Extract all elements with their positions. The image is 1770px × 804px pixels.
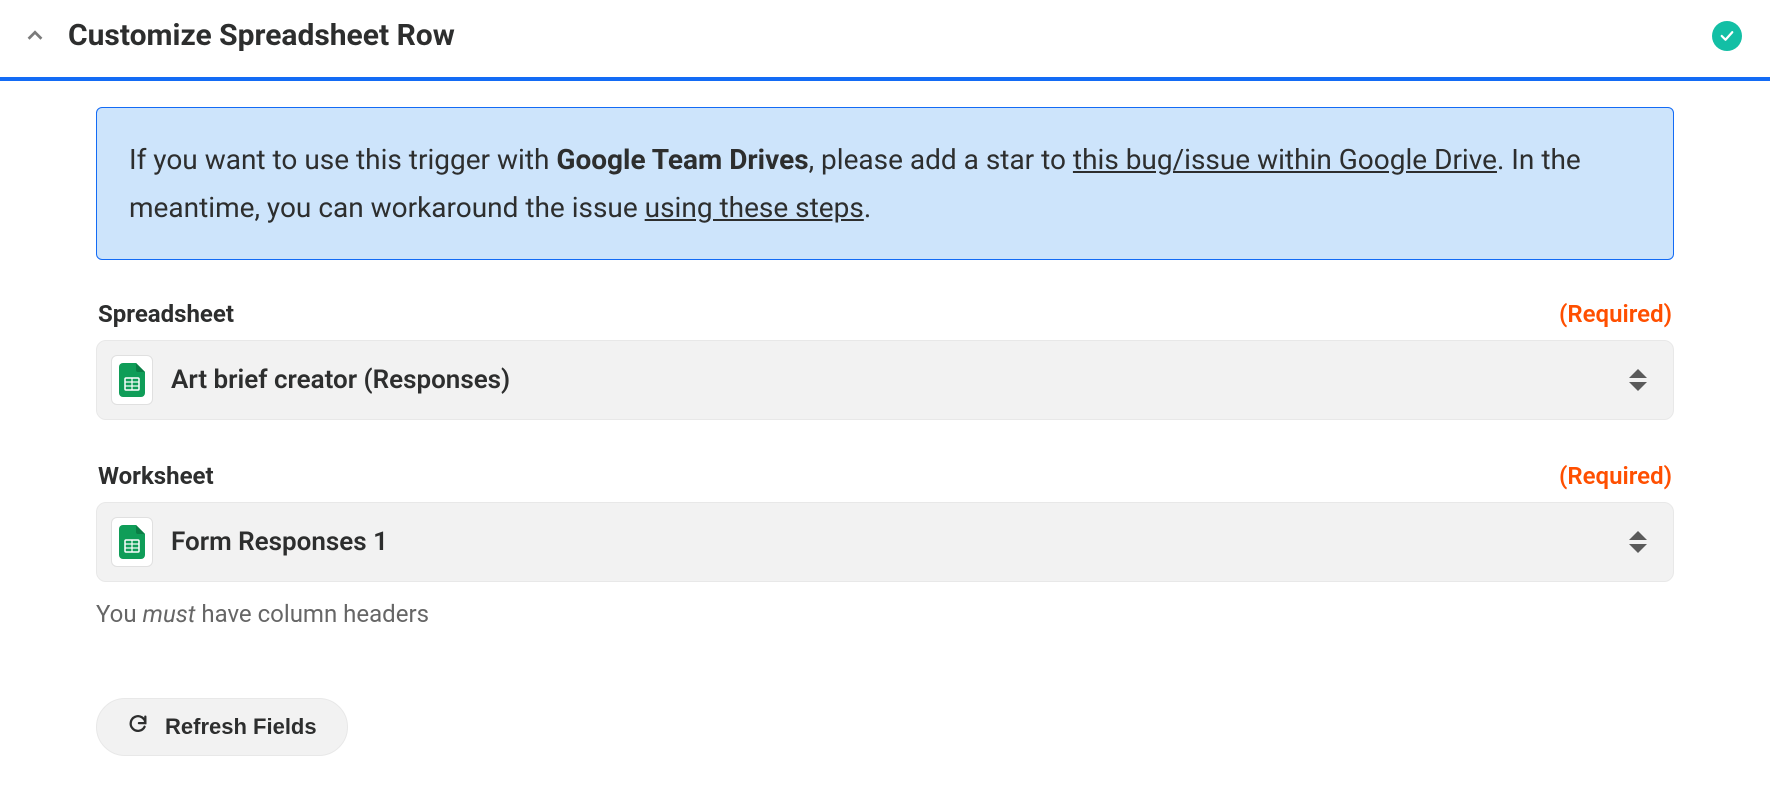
sort-caret-icon [1627,527,1649,557]
refresh-fields-button[interactable]: Refresh Fields [96,698,348,756]
field-label: Worksheet [98,462,214,490]
help-em: must [143,600,196,628]
chevron-up-icon[interactable] [22,23,48,49]
help-text: You must have column headers [96,600,1674,628]
info-banner: If you want to use this trigger with Goo… [96,107,1674,260]
status-complete-icon [1712,21,1742,51]
worksheet-select[interactable]: Form Responses 1 [96,502,1674,582]
section-title: Customize Spreadsheet Row [68,18,455,53]
section-header: Customize Spreadsheet Row [0,0,1770,77]
refresh-label: Refresh Fields [165,714,317,740]
help-post: have column headers [195,600,429,628]
sort-caret-icon [1627,365,1649,395]
required-badge: (Required) [1559,300,1672,328]
banner-text-pre: If you want to use this trigger with [129,143,556,176]
help-pre: You [96,600,143,628]
banner-text-post: . [864,191,871,224]
content-area: If you want to use this trigger with Goo… [0,81,1770,796]
required-badge: (Required) [1559,462,1672,490]
select-value: Form Responses 1 [171,527,1627,557]
spreadsheet-select[interactable]: Art brief creator (Responses) [96,340,1674,420]
banner-text-bold: Google Team Drives [556,143,808,176]
field-label: Spreadsheet [98,300,234,328]
google-sheets-icon [111,517,153,567]
google-sheets-icon [111,355,153,405]
banner-link-steps[interactable]: using these steps [645,191,864,224]
field-spreadsheet: Spreadsheet (Required) Art brief creator… [96,300,1674,420]
select-value: Art brief creator (Responses) [171,365,1627,395]
field-worksheet: Worksheet (Required) Form Responses 1 [96,462,1674,628]
label-row: Worksheet (Required) [96,462,1674,490]
banner-link-bug[interactable]: this bug/issue within Google Drive [1073,143,1497,176]
refresh-icon [127,713,149,741]
banner-text-mid: , please add a star to [809,143,1073,176]
label-row: Spreadsheet (Required) [96,300,1674,328]
